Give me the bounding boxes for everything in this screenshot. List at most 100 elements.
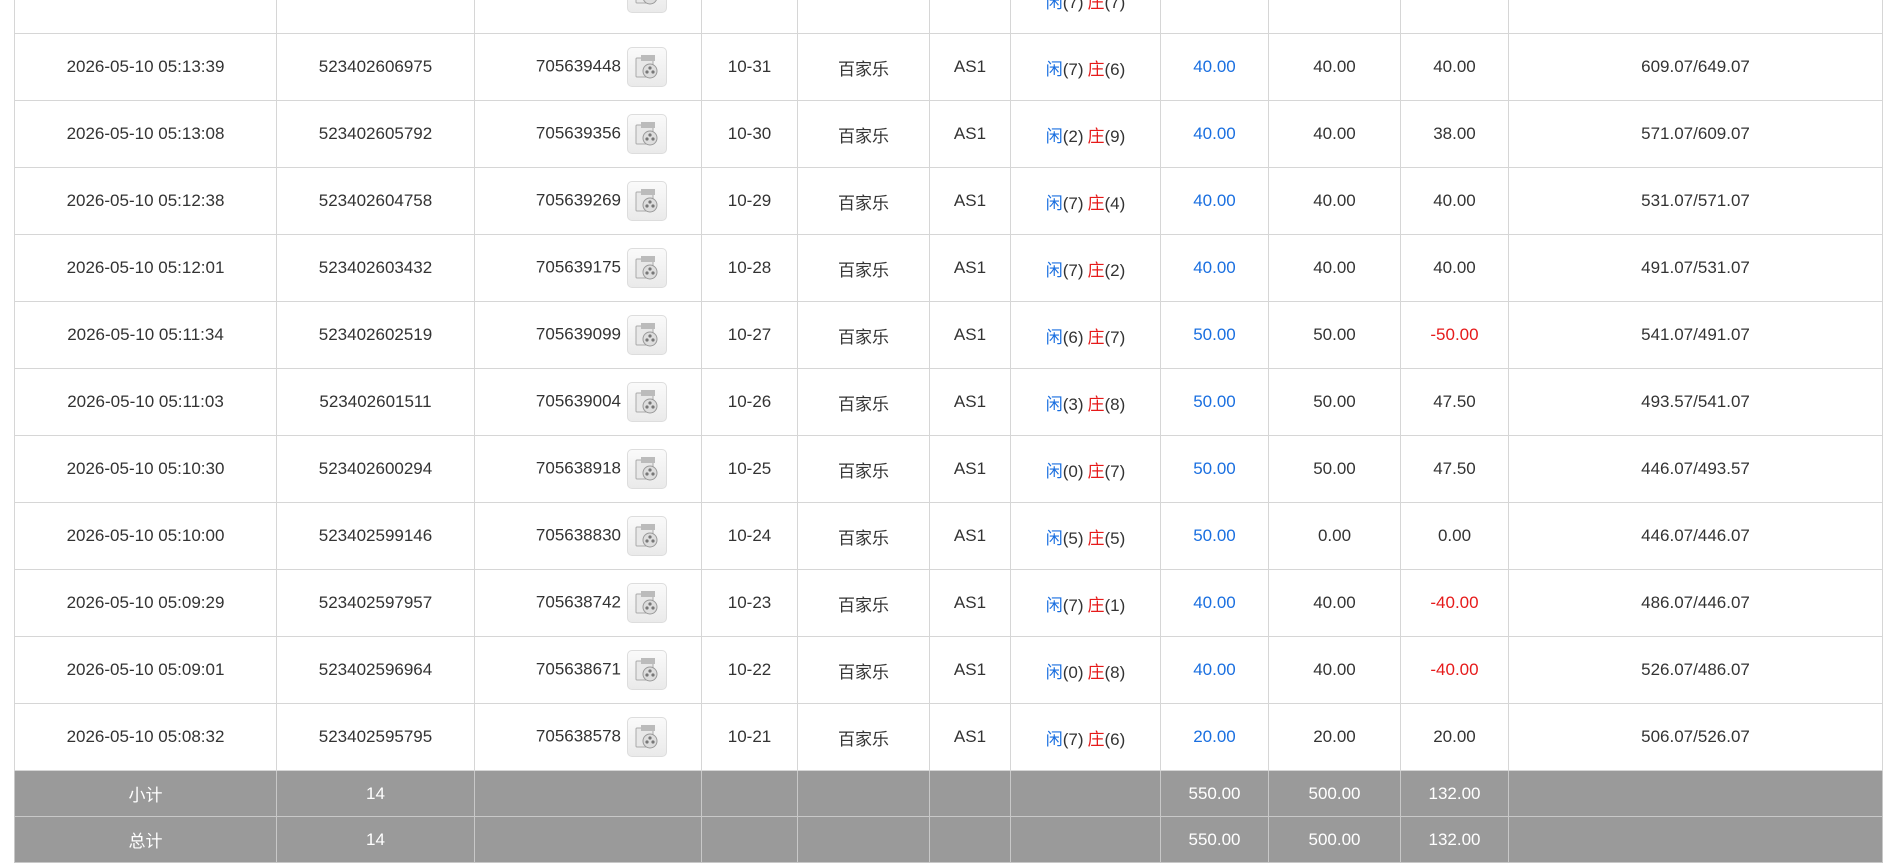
subtotal-row: 小计 14 550.00 500.00 132.00 xyxy=(14,770,1883,817)
bet-time: 2026-05-10 05:13:08 xyxy=(14,100,277,168)
game-result[interactable]: 闲(0) 庄(8) xyxy=(1010,636,1161,704)
bet-amount: 20.00 xyxy=(1160,703,1269,771)
game-type: 百家乐 xyxy=(797,502,930,570)
game-result[interactable]: 闲(5) 庄(5) xyxy=(1010,502,1161,570)
bet-amount: 50.00 xyxy=(1160,301,1269,369)
game-type: 百家乐 xyxy=(797,234,930,302)
banker-score: (5) xyxy=(1104,528,1126,548)
round-cell: 705638918 xyxy=(474,435,702,503)
table-code: AS1 xyxy=(929,636,1011,704)
banker-label: 庄 xyxy=(1087,260,1105,280)
video-replay-icon[interactable] xyxy=(627,47,667,87)
bet-records-table-container: 闲(7) 庄(7) 2026-05-10 05:13:39 523402606975 7… xyxy=(14,0,1883,863)
valid-bet: 50.00 xyxy=(1268,368,1401,436)
win-amount: 0.00 xyxy=(1400,502,1509,570)
valid-bet xyxy=(1268,0,1401,34)
video-replay-icon[interactable] xyxy=(627,449,667,489)
shoe-number: 10-26 xyxy=(701,368,798,436)
round-cell: 705639175 xyxy=(474,234,702,302)
video-replay-icon[interactable] xyxy=(627,181,667,221)
banker-label: 庄 xyxy=(1087,394,1105,414)
round-number: 705639175 xyxy=(535,257,621,277)
bet-amount: 40.00 xyxy=(1160,636,1269,704)
banker-label: 庄 xyxy=(1087,327,1105,347)
table-code: AS1 xyxy=(929,167,1011,235)
video-replay-icon[interactable] xyxy=(627,114,667,154)
video-replay-icon[interactable] xyxy=(627,650,667,690)
game-result[interactable]: 闲(7) 庄(7) xyxy=(1010,0,1161,34)
banker-label: 庄 xyxy=(1087,59,1105,79)
table-row: 2026-05-10 05:11:03 523402601511 705639004… xyxy=(14,368,1883,436)
table-row: 2026-05-10 05:10:00 523402599146 705638830… xyxy=(14,502,1883,570)
banker-label: 庄 xyxy=(1087,662,1105,682)
banker-score: (9) xyxy=(1104,126,1126,146)
video-replay-icon[interactable] xyxy=(627,248,667,288)
banker-label: 庄 xyxy=(1087,528,1105,548)
player-score: (2) xyxy=(1062,126,1084,146)
banker-score: (7) xyxy=(1104,327,1126,347)
valid-bet: 40.00 xyxy=(1268,100,1401,168)
valid-bet: 40.00 xyxy=(1268,167,1401,235)
total-label: 总计 xyxy=(14,816,277,863)
win-amount: 38.00 xyxy=(1400,100,1509,168)
player-score: (7) xyxy=(1062,595,1084,615)
game-result[interactable]: 闲(3) 庄(8) xyxy=(1010,368,1161,436)
banker-score: (8) xyxy=(1104,662,1126,682)
video-replay-icon[interactable] xyxy=(627,0,667,13)
banker-label: 庄 xyxy=(1087,729,1105,749)
valid-bet: 40.00 xyxy=(1268,569,1401,637)
total-win: 132.00 xyxy=(1400,816,1509,863)
bet-time: 2026-05-10 05:10:30 xyxy=(14,435,277,503)
game-type xyxy=(797,0,930,34)
banker-score: (6) xyxy=(1104,59,1126,79)
table-row: 2026-05-10 05:10:30 523402600294 705638918… xyxy=(14,435,1883,503)
game-result[interactable]: 闲(0) 庄(7) xyxy=(1010,435,1161,503)
shoe-number: 10-25 xyxy=(701,435,798,503)
game-result[interactable]: 闲(2) 庄(9) xyxy=(1010,100,1161,168)
win-amount: 20.00 xyxy=(1400,703,1509,771)
game-result[interactable]: 闲(7) 庄(6) xyxy=(1010,703,1161,771)
shoe-number: 10-31 xyxy=(701,33,798,101)
game-type: 百家乐 xyxy=(797,569,930,637)
video-replay-icon[interactable] xyxy=(627,717,667,757)
valid-bet: 50.00 xyxy=(1268,301,1401,369)
round-cell: 705639448 xyxy=(474,33,702,101)
balance-change: 526.07/486.07 xyxy=(1508,636,1883,704)
player-score: (0) xyxy=(1062,461,1084,481)
round-cell: 705638578 xyxy=(474,703,702,771)
game-result[interactable]: 闲(6) 庄(7) xyxy=(1010,301,1161,369)
valid-bet: 40.00 xyxy=(1268,234,1401,302)
shoe-number xyxy=(701,0,798,34)
valid-bet: 40.00 xyxy=(1268,33,1401,101)
video-replay-icon[interactable] xyxy=(627,516,667,556)
order-number: 523402604758 xyxy=(276,167,475,235)
balance-change xyxy=(1508,0,1883,34)
valid-bet: 50.00 xyxy=(1268,435,1401,503)
bet-amount: 40.00 xyxy=(1160,569,1269,637)
video-replay-icon[interactable] xyxy=(627,315,667,355)
order-number: 523402599146 xyxy=(276,502,475,570)
player-score: (7) xyxy=(1062,193,1084,213)
win-amount: -50.00 xyxy=(1400,301,1509,369)
order-number: 523402596964 xyxy=(276,636,475,704)
video-replay-icon[interactable] xyxy=(627,382,667,422)
round-number: 705639448 xyxy=(535,56,621,76)
game-result[interactable]: 闲(7) 庄(1) xyxy=(1010,569,1161,637)
game-result[interactable]: 闲(7) 庄(4) xyxy=(1010,167,1161,235)
bet-time: 2026-05-10 05:09:29 xyxy=(14,569,277,637)
game-type: 百家乐 xyxy=(797,100,930,168)
bet-time: 2026-05-10 05:12:01 xyxy=(14,234,277,302)
bet-time: 2026-05-10 05:09:01 xyxy=(14,636,277,704)
table-row: 2026-05-10 05:08:32 523402595795 705638578… xyxy=(14,703,1883,771)
game-result[interactable]: 闲(7) 庄(6) xyxy=(1010,33,1161,101)
balance-change: 609.07/649.07 xyxy=(1508,33,1883,101)
round-cell: 705639099 xyxy=(474,301,702,369)
player-score: (3) xyxy=(1062,394,1084,414)
shoe-number: 10-29 xyxy=(701,167,798,235)
subtotal-label: 小计 xyxy=(14,770,277,817)
subtotal-count: 14 xyxy=(276,770,475,817)
game-result[interactable]: 闲(7) 庄(2) xyxy=(1010,234,1161,302)
shoe-number: 10-30 xyxy=(701,100,798,168)
shoe-number: 10-21 xyxy=(701,703,798,771)
video-replay-icon[interactable] xyxy=(627,583,667,623)
